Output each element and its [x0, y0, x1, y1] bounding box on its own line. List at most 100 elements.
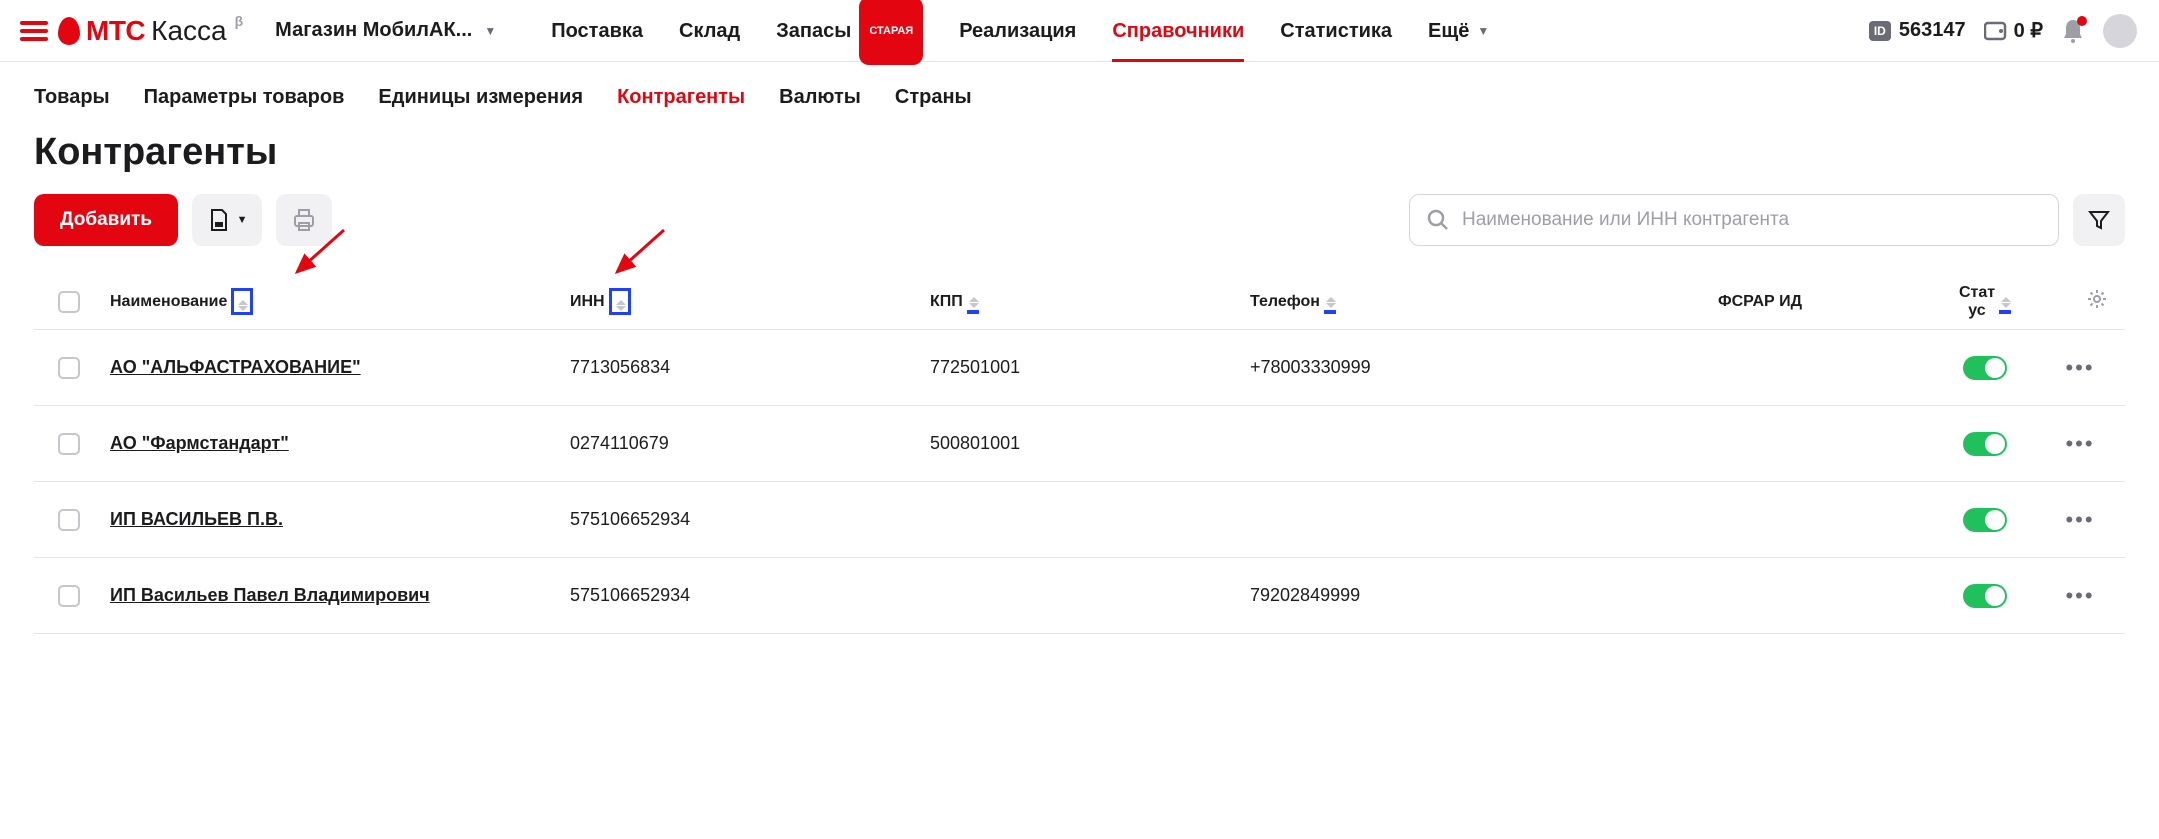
sort-underline-annotation — [967, 289, 979, 314]
logo-text-mts: МТС — [86, 15, 145, 47]
th-inn-label: ИНН — [570, 293, 605, 311]
table-settings-button[interactable] — [2087, 289, 2107, 314]
chevron-down-icon: ▼ — [1477, 0, 1489, 62]
filter-icon — [2088, 209, 2110, 231]
tab-units[interactable]: Единицы измерения — [378, 86, 583, 109]
beta-badge: β — [235, 13, 244, 29]
th-fsrar-label: ФСРАР ИД — [1718, 293, 1802, 311]
wallet-amount: 0 ₽ — [2014, 18, 2043, 43]
counterparty-name-link[interactable]: ИП ВАСИЛЬЕВ П.В. — [110, 509, 283, 529]
table-row: ИП ВАСИЛЬЕВ П.В. 575106652934 ••• — [34, 482, 2125, 558]
cell-inn: 575106652934 — [570, 509, 930, 530]
sort-icon — [616, 300, 626, 311]
chevron-down-icon: ▼ — [484, 24, 496, 38]
nav-more[interactable]: Ещё ▼ — [1428, 0, 1489, 62]
row-checkbox[interactable] — [58, 433, 80, 455]
search-input[interactable] — [1462, 209, 2042, 231]
counterparty-name-link[interactable]: ИП Васильев Павел Владимирович — [110, 585, 430, 605]
row-checkbox[interactable] — [58, 509, 80, 531]
user-avatar[interactable] — [2103, 14, 2137, 48]
tab-counterparties[interactable]: Контрагенты — [617, 86, 745, 109]
cell-phone: +78003330999 — [1250, 357, 1600, 378]
table-row: ИП Васильев Павел Владимирович 5751066529… — [34, 558, 2125, 634]
nav-statistics[interactable]: Статистика — [1280, 0, 1392, 62]
page-title: Контрагенты — [34, 131, 2125, 174]
th-status[interactable]: Стат ус — [1920, 284, 2050, 319]
table-row: АО "АЛЬФАСТРАХОВАНИЕ" 7713056834772501001… — [34, 330, 2125, 406]
wallet[interactable]: 0 ₽ — [1984, 18, 2043, 43]
notifications-button[interactable] — [2061, 18, 2085, 44]
print-button[interactable] — [276, 194, 332, 246]
search-icon — [1426, 208, 1450, 232]
id-icon: ID — [1869, 21, 1891, 41]
sort-underline-annotation — [1324, 289, 1336, 314]
sub-tabs: Товары Параметры товаров Единицы измерен… — [0, 62, 2159, 119]
cell-kpp: 500801001 — [930, 433, 1250, 454]
main-nav: Поставка Склад Запасы СТАРАЯ Реализация … — [536, 0, 1869, 62]
sort-icon — [238, 300, 248, 311]
account-id[interactable]: ID 563147 — [1869, 19, 1966, 42]
tab-currencies[interactable]: Валюты — [779, 86, 861, 109]
sort-box-annotation — [231, 288, 253, 315]
nav-directories[interactable]: Справочники — [1112, 0, 1244, 62]
th-kpp-label: КПП — [930, 293, 963, 311]
filter-button[interactable] — [2073, 194, 2125, 246]
nav-more-label: Ещё — [1428, 0, 1469, 62]
th-status-label: Стат ус — [1959, 284, 1995, 319]
select-all-checkbox[interactable] — [58, 291, 80, 313]
status-toggle[interactable] — [1963, 508, 2007, 532]
nav-stock[interactable]: Запасы СТАРАЯ — [776, 0, 923, 62]
row-actions-button[interactable]: ••• — [2065, 507, 2094, 533]
status-toggle[interactable] — [1963, 584, 2007, 608]
nav-sales[interactable]: Реализация — [959, 0, 1076, 62]
tab-goods[interactable]: Товары — [34, 86, 110, 109]
sort-icon — [969, 297, 979, 308]
cell-kpp: 772501001 — [930, 357, 1250, 378]
nav-supply[interactable]: Поставка — [551, 0, 643, 62]
th-phone-label: Телефон — [1250, 293, 1320, 311]
table-header: Наименование ИНН КПП Телефон ФСРАР ИД Ст… — [34, 274, 2125, 330]
chevron-down-icon: ▼ — [237, 214, 248, 226]
notification-dot — [2077, 16, 2087, 26]
wallet-icon — [1984, 20, 2008, 42]
tab-good-params[interactable]: Параметры товаров — [144, 86, 345, 109]
add-button[interactable]: Добавить — [34, 194, 178, 246]
export-button[interactable]: ▼ — [192, 194, 262, 246]
th-name-label: Наименование — [110, 293, 227, 311]
sort-icon — [2001, 297, 2011, 308]
row-actions-button[interactable]: ••• — [2065, 431, 2094, 457]
nav-warehouse[interactable]: Склад — [679, 0, 740, 62]
cell-phone: 79202849999 — [1250, 585, 1600, 606]
sort-icon — [1326, 297, 1336, 308]
cell-inn: 0274110679 — [570, 433, 930, 454]
account-id-value: 563147 — [1899, 19, 1966, 42]
th-fsrar[interactable]: ФСРАР ИД — [1600, 293, 1920, 311]
status-toggle[interactable] — [1963, 432, 2007, 456]
counterparty-name-link[interactable]: АО "АЛЬФАСТРАХОВАНИЕ" — [110, 357, 361, 377]
th-inn[interactable]: ИНН — [570, 288, 930, 315]
cell-inn: 7713056834 — [570, 357, 930, 378]
search-box[interactable] — [1409, 194, 2059, 246]
row-checkbox[interactable] — [58, 585, 80, 607]
row-actions-button[interactable]: ••• — [2065, 583, 2094, 609]
document-icon — [207, 208, 231, 232]
status-toggle[interactable] — [1963, 356, 2007, 380]
store-name: Магазин МобилАК... — [275, 19, 472, 42]
hamburger-menu[interactable] — [20, 21, 48, 41]
sort-underline-annotation — [1999, 289, 2011, 314]
sort-box-annotation — [609, 288, 631, 315]
mts-egg-icon — [58, 17, 80, 45]
row-checkbox[interactable] — [58, 357, 80, 379]
gear-icon — [2087, 289, 2107, 309]
th-name[interactable]: Наименование — [110, 288, 570, 315]
nav-stock-label: Запасы — [776, 0, 851, 62]
tab-countries[interactable]: Страны — [895, 86, 972, 109]
th-phone[interactable]: Телефон — [1250, 289, 1600, 314]
counterparty-name-link[interactable]: АО "Фармстандарт" — [110, 433, 289, 453]
row-actions-button[interactable]: ••• — [2065, 355, 2094, 381]
th-kpp[interactable]: КПП — [930, 289, 1250, 314]
store-selector[interactable]: Магазин МобилАК... ▼ — [275, 19, 496, 42]
cell-inn: 575106652934 — [570, 585, 930, 606]
old-badge: СТАРАЯ — [859, 0, 923, 65]
logo[interactable]: МТС Касса β — [58, 15, 241, 47]
